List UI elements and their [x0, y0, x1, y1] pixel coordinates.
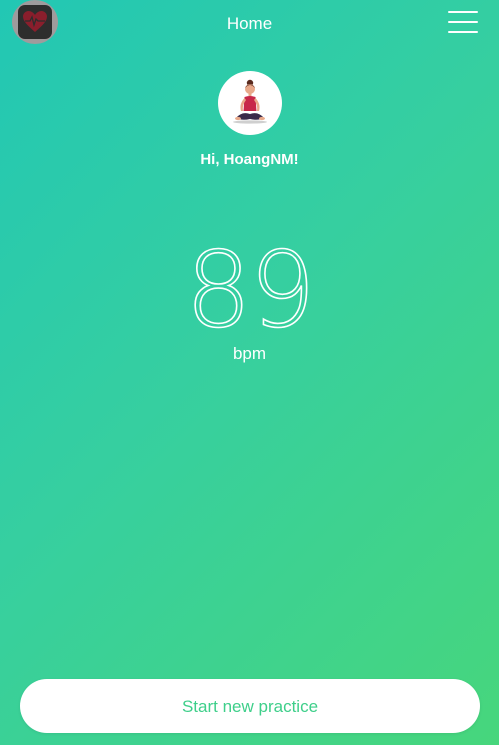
heart-rate-value: 89	[185, 229, 317, 351]
page-title: Home	[226, 14, 273, 33]
heart-rate-unit: bpm	[232, 344, 267, 363]
avatar[interactable]	[218, 71, 282, 135]
start-new-practice-button[interactable]: Start new practice	[20, 679, 480, 733]
hamburger-menu-icon[interactable]	[448, 11, 478, 33]
greeting-text: Hi, HoangNM!	[200, 151, 299, 168]
yoga-meditation-icon	[233, 79, 267, 124]
